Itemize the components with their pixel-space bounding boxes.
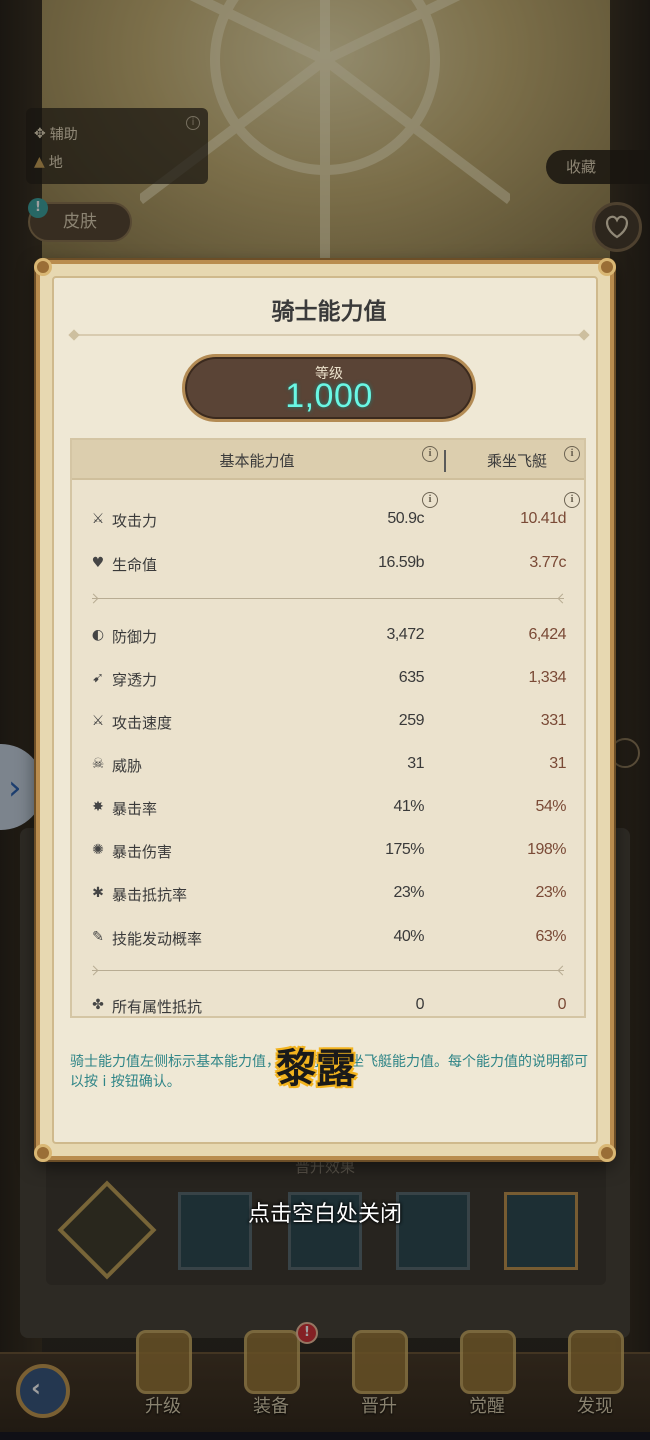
stat-ride-value: 198% bbox=[527, 841, 566, 858]
hero-name-tag: 黎露 bbox=[275, 1045, 357, 1093]
stat-row-skill-proc: ✎ 技能发动概率 40% 63% bbox=[72, 922, 584, 952]
stat-base-value: 23% bbox=[393, 884, 424, 901]
stat-name: 威胁 bbox=[112, 757, 143, 775]
corner-rivet bbox=[34, 1144, 52, 1162]
stat-ride-value: 331 bbox=[540, 712, 567, 729]
stat-base-value: 16.59b bbox=[378, 554, 424, 571]
stat-name: 技能发动概率 bbox=[112, 930, 203, 948]
stat-name: 所有属性抵抗 bbox=[112, 998, 203, 1016]
stat-base-value: 41% bbox=[393, 798, 424, 815]
stat-row-crit-damage: ✺ 暴击伤害 175% 198% bbox=[72, 835, 584, 865]
crit-damage-icon: ✺ bbox=[92, 842, 104, 858]
stat-base-value: 0 bbox=[415, 996, 425, 1013]
stat-base-value: 3,472 bbox=[386, 626, 424, 643]
attack-speed-icon: ⚔ bbox=[91, 713, 105, 729]
stat-row-crit-resist: ✱ 暴击抵抗率 23% 23% bbox=[72, 878, 584, 908]
knight-stats-modal: 骑士能力值 等级 1,000 基本能力值 i 乘坐飞艇 i i i ⚔ 攻击力 … bbox=[34, 258, 616, 1162]
section-divider bbox=[92, 598, 564, 599]
stat-row-crit-rate: ✸ 暴击率 41% 54% bbox=[72, 792, 584, 822]
stat-ride-value: 54% bbox=[535, 798, 566, 815]
stat-row-penetration: ➹ 穿透力 635 1,334 bbox=[72, 663, 584, 693]
stat-ride-value: 31 bbox=[549, 755, 566, 772]
stat-name: 攻击力 bbox=[112, 512, 158, 530]
heart-icon: ♥ bbox=[91, 555, 105, 571]
stats-table: 基本能力值 i 乘坐飞艇 i i i ⚔ 攻击力 50.9c 10.41d ♥ … bbox=[70, 438, 586, 1018]
stat-ride-value: 3.77c bbox=[529, 554, 566, 571]
crit-rate-icon: ✸ bbox=[92, 799, 104, 815]
stat-base-value: 635 bbox=[398, 669, 425, 686]
shield-icon: ◐ bbox=[91, 627, 105, 643]
stat-base-value: 50.9c bbox=[387, 510, 424, 527]
stat-row-element-resist: ✤ 所有属性抵抗 0 0 bbox=[72, 990, 584, 1020]
section-divider bbox=[92, 970, 564, 971]
stat-row-hp: ♥ 生命值 16.59b 3.77c bbox=[72, 548, 584, 578]
header-basic-stats: 基本能力值 bbox=[219, 452, 295, 470]
stat-name: 暴击伤害 bbox=[112, 843, 173, 861]
stat-base-value: 259 bbox=[398, 712, 425, 729]
stat-ride-value: 63% bbox=[535, 928, 566, 945]
stat-row-threat: ☠ 威胁 31 31 bbox=[72, 749, 584, 779]
level-value: 1,000 bbox=[285, 377, 373, 415]
corner-rivet bbox=[598, 258, 616, 276]
stat-name: 攻击速度 bbox=[112, 714, 173, 732]
stat-row-attack-speed: ⚔ 攻击速度 259 331 bbox=[72, 706, 584, 736]
stats-table-header: 基本能力值 i 乘坐飞艇 i bbox=[72, 440, 584, 480]
stat-name: 暴击抵抗率 bbox=[112, 886, 188, 904]
stat-base-value: 175% bbox=[385, 841, 424, 858]
sword-icon: ⚔ bbox=[91, 511, 105, 527]
element-resist-icon: ✤ bbox=[92, 997, 104, 1013]
stat-base-value: 31 bbox=[407, 755, 424, 772]
crit-resist-icon: ✱ bbox=[92, 885, 104, 901]
modal-title: 骑士能力值 bbox=[271, 299, 387, 325]
stat-ride-value: 6,424 bbox=[528, 626, 566, 643]
stat-ride-value: 10.41d bbox=[520, 510, 566, 527]
airship-stats-info-icon[interactable]: i bbox=[564, 446, 580, 462]
pierce-icon: ➹ bbox=[92, 670, 104, 686]
title-divider bbox=[74, 334, 584, 336]
stat-name: 生命值 bbox=[112, 556, 158, 574]
threat-icon: ☠ bbox=[91, 756, 105, 772]
stat-ride-value: 0 bbox=[557, 996, 567, 1013]
corner-rivet bbox=[598, 1144, 616, 1162]
header-airship-stats: 乘坐飞艇 bbox=[486, 452, 547, 470]
skill-proc-icon: ✎ bbox=[92, 929, 104, 945]
header-separator bbox=[444, 450, 446, 472]
stat-base-value: 40% bbox=[393, 928, 424, 945]
basic-stats-info-icon[interactable]: i bbox=[422, 446, 438, 462]
stat-name: 暴击率 bbox=[112, 800, 158, 818]
stat-ride-value: 23% bbox=[535, 884, 566, 901]
stat-name: 穿透力 bbox=[112, 671, 158, 689]
close-hint: 点击空白处关闭 bbox=[247, 1202, 402, 1227]
corner-rivet bbox=[34, 258, 52, 276]
level-plate: 等级 1,000 bbox=[182, 354, 476, 422]
stat-row-defense: ◐ 防御力 3,472 6,424 bbox=[72, 620, 584, 650]
stat-name: 防御力 bbox=[112, 628, 158, 646]
stat-row-attack: ⚔ 攻击力 50.9c 10.41d bbox=[72, 504, 584, 534]
stat-ride-value: 1,334 bbox=[528, 669, 566, 686]
